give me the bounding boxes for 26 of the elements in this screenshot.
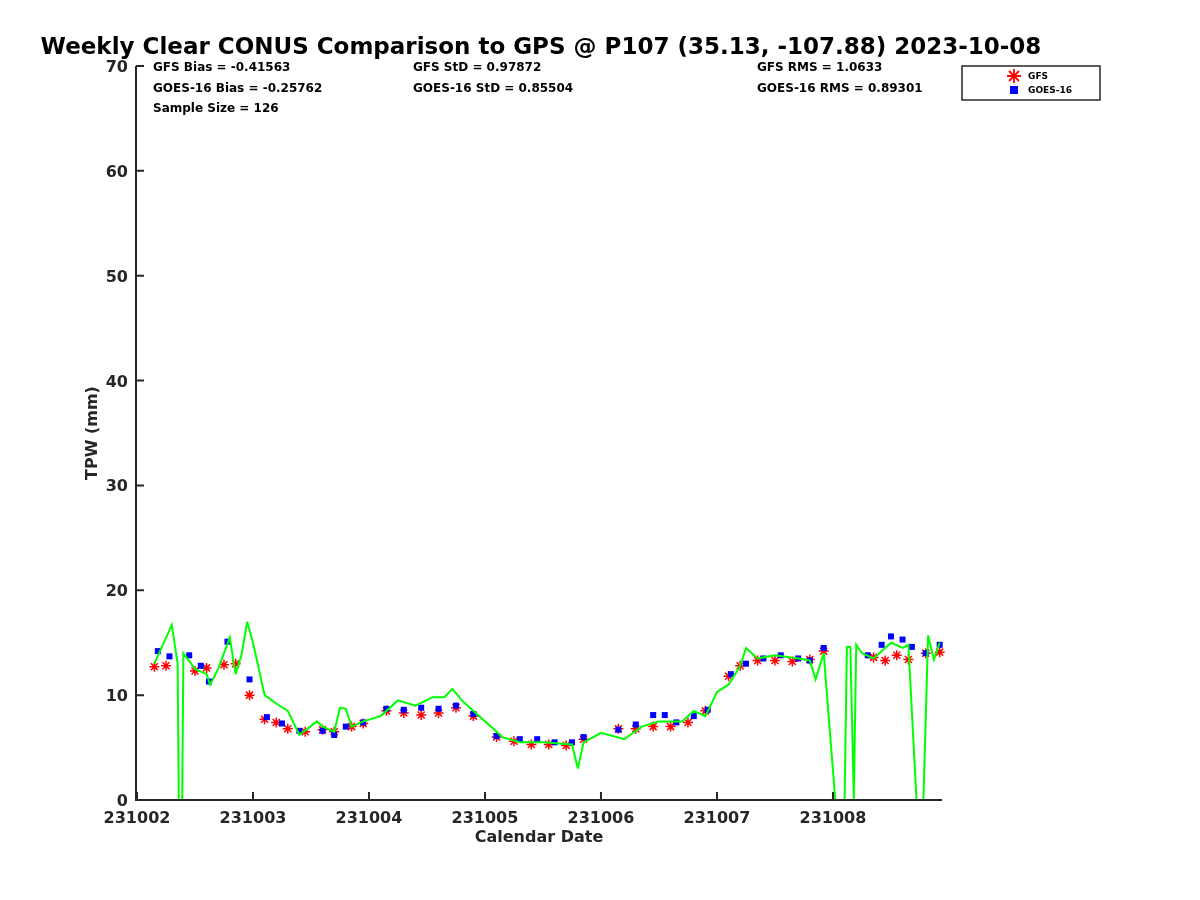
tick-label: 60 (105, 161, 128, 181)
tick-label: 231004 (335, 808, 403, 827)
stat-text: GFS RMS = 1.0633 (757, 60, 883, 74)
axis-label: Calendar Date (474, 827, 604, 846)
tick-label: 231008 (799, 808, 867, 827)
tick-label: 231007 (683, 808, 751, 827)
tick-label: 231002 (103, 808, 171, 827)
stat-text: GFS Bias = -0.41563 (153, 60, 291, 74)
legend-text: GFS (1028, 71, 1049, 81)
stat-text: Sample Size = 126 (153, 101, 279, 115)
tick-label: 20 (105, 581, 128, 601)
chart-title: Weekly Clear CONUS Comparison to GPS @ P107 (35.13, -107.88) 2023-10-08 (40, 33, 1042, 59)
tick-label: 231005 (451, 808, 519, 827)
stat-text: GOES-16 Bias = -0.25762 (153, 80, 323, 95)
legend-text: GOES-16 (1028, 85, 1072, 95)
stat-text: GOES-16 RMS = 0.89301 (757, 80, 923, 95)
stat-text: GOES-16 StD = 0.85504 (413, 80, 574, 95)
tick-label: 50 (105, 266, 128, 286)
tick-label: 0 (116, 791, 128, 810)
tick-label: 30 (105, 476, 128, 496)
tick-label: 10 (105, 686, 128, 706)
axis-label: TPW (mm) (82, 386, 101, 480)
tick-label: 40 (105, 371, 128, 391)
tick-label: 231003 (219, 808, 287, 827)
stat-text: GFS StD = 0.97872 (413, 60, 542, 74)
tick-label: 231006 (567, 808, 635, 827)
